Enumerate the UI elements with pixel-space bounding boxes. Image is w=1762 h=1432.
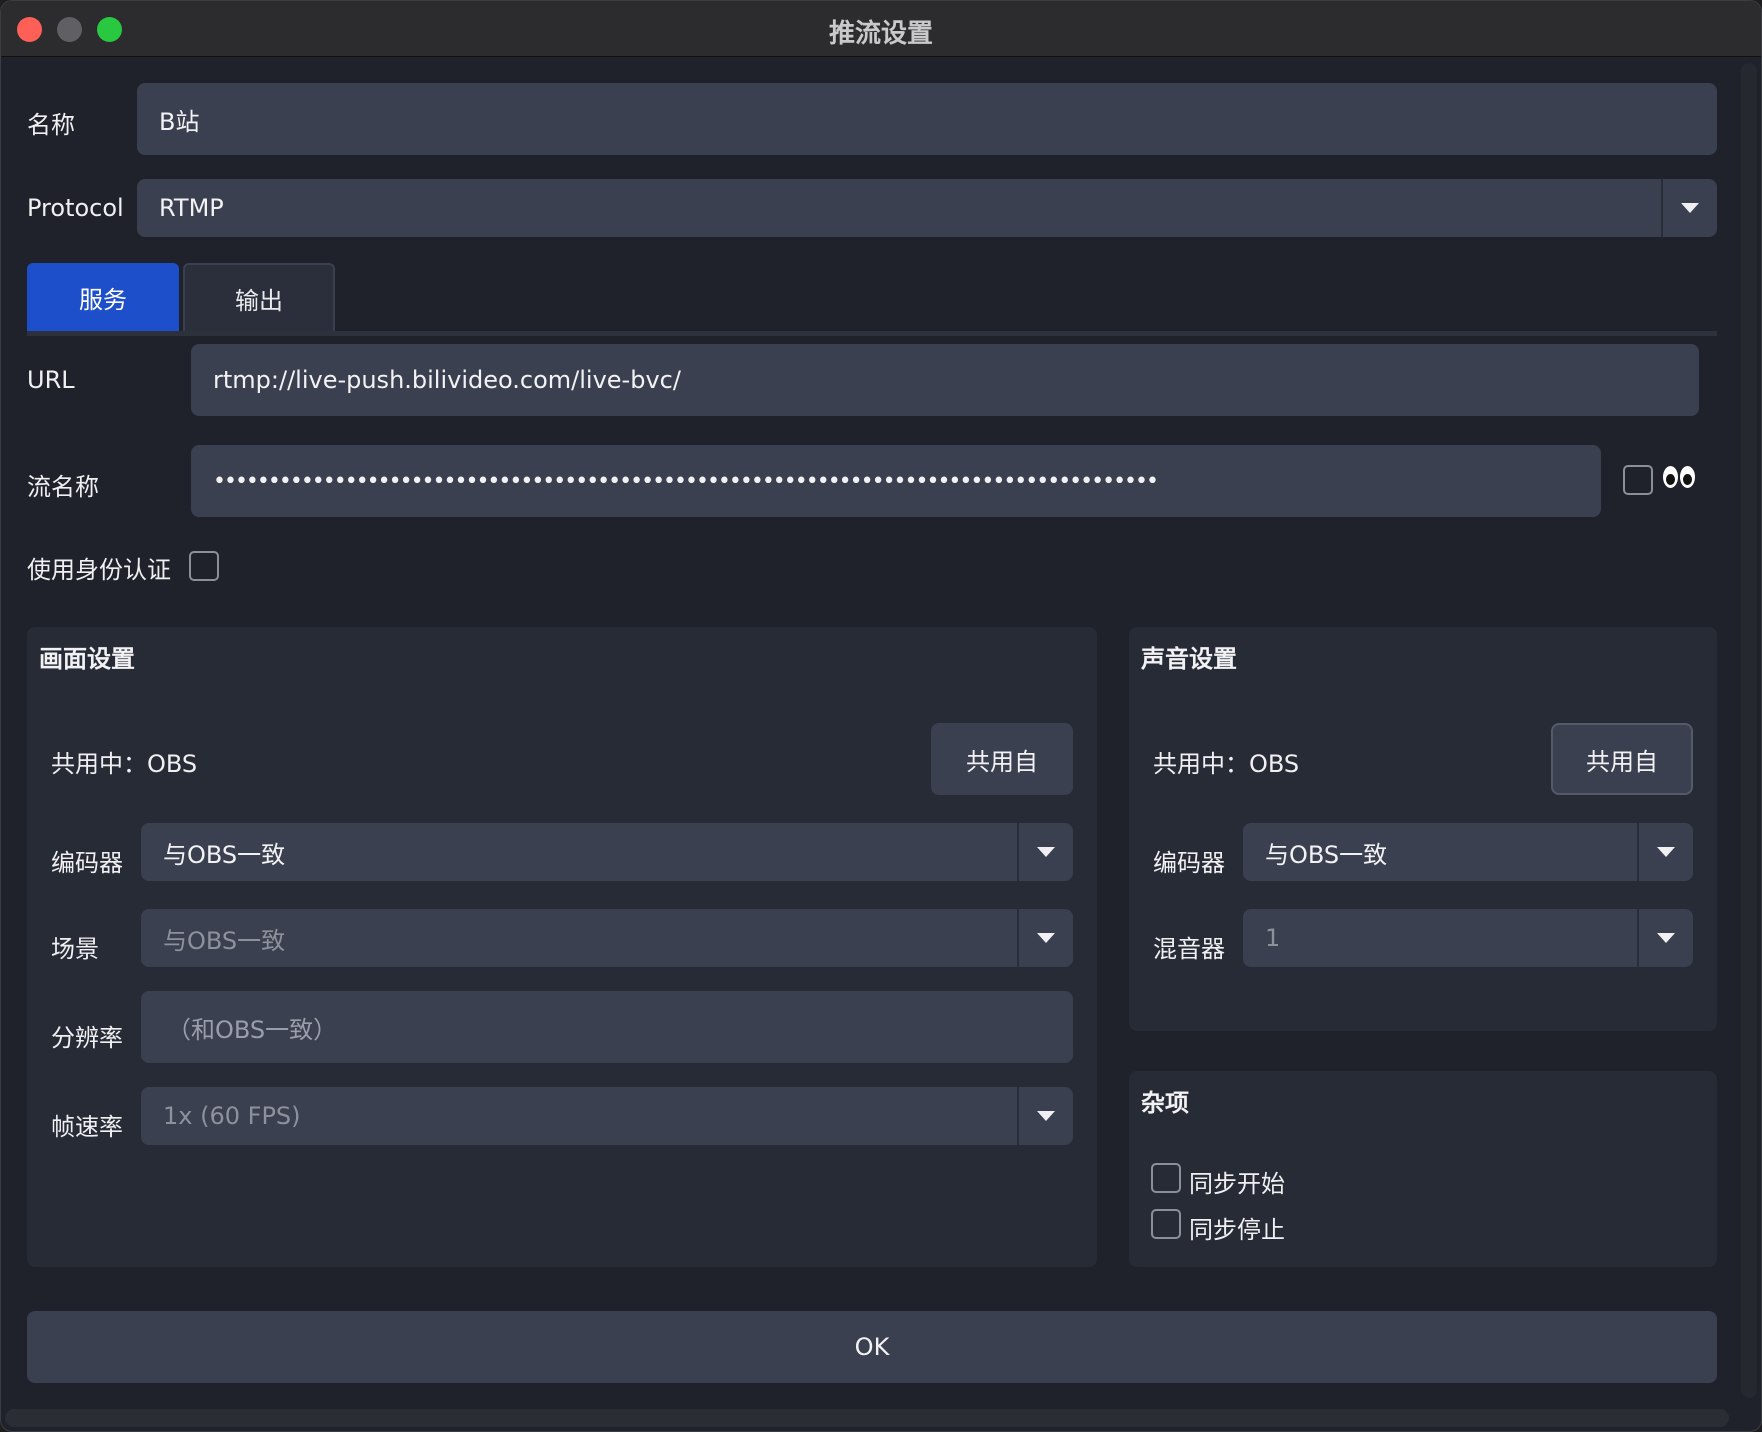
chevron-down-icon[interactable] <box>1657 933 1675 943</box>
scene-select-value: 与OBS一致 <box>163 926 286 955</box>
url-input-value: rtmp://live-push.bilivideo.com/live-bvc/ <box>213 366 681 394</box>
resolution-input[interactable]: （和OBS一致） <box>141 991 1073 1063</box>
resolution-label: 分辨率 <box>51 1024 123 1052</box>
dialog-content: 名称 B站 Protocol RTMP 服务 输出 URL rtmp://liv… <box>1 58 1761 1431</box>
stream-key-label: 流名称 <box>27 473 99 501</box>
name-input-value: B站 <box>159 107 200 136</box>
url-label: URL <box>27 366 75 394</box>
stream-settings-window: 推流设置 名称 B站 Protocol RTMP 服务 输出 URL rtmp:… <box>0 0 1762 1432</box>
eyes-icon <box>1663 466 1697 490</box>
sync-start-checkbox[interactable] <box>1151 1163 1181 1193</box>
show-key-checkbox[interactable] <box>1623 465 1653 495</box>
vertical-scrollbar[interactable] <box>1741 63 1757 1398</box>
video-shared-status: 共用中：OBS <box>51 750 198 778</box>
tab-bar-divider <box>27 331 1717 336</box>
mixer-label: 混音器 <box>1153 935 1225 963</box>
fps-label: 帧速率 <box>51 1113 123 1141</box>
video-encoder-select[interactable]: 与OBS一致 <box>141 823 1073 881</box>
protocol-select-divider <box>1661 179 1663 237</box>
sync-start-label: 同步开始 <box>1189 1170 1285 1198</box>
audio-encoder-select[interactable]: 与OBS一致 <box>1243 823 1693 881</box>
scene-select[interactable]: 与OBS一致 <box>141 909 1073 967</box>
use-auth-label: 使用身份认证 <box>27 556 171 584</box>
stream-key-input[interactable]: ••••••••••••••••••••••••••••••••••••••••… <box>191 445 1601 517</box>
fps-select-divider <box>1017 1087 1019 1145</box>
chevron-down-icon[interactable] <box>1037 1111 1055 1121</box>
audio-encoder-value: 与OBS一致 <box>1265 840 1388 869</box>
video-encoder-value: 与OBS一致 <box>163 840 286 869</box>
chevron-down-icon[interactable] <box>1681 203 1699 213</box>
protocol-select[interactable]: RTMP <box>137 179 1717 237</box>
fps-select[interactable]: 1x (60 FPS) <box>141 1087 1073 1145</box>
audio-encoder-label: 编码器 <box>1153 849 1225 877</box>
name-input[interactable]: B站 <box>137 83 1717 155</box>
chevron-down-icon[interactable] <box>1037 933 1055 943</box>
video-encoder-divider <box>1017 823 1019 881</box>
protocol-select-value: RTMP <box>159 194 224 222</box>
chevron-down-icon[interactable] <box>1037 847 1055 857</box>
name-label: 名称 <box>27 111 75 139</box>
url-input[interactable]: rtmp://live-push.bilivideo.com/live-bvc/ <box>191 344 1699 416</box>
audio-settings-panel: 声音设置 共用中：OBS 共用自 编码器 与OBS一致 混音器 1 <box>1129 627 1717 1031</box>
audio-settings-title: 声音设置 <box>1141 645 1237 673</box>
scene-select-divider <box>1017 909 1019 967</box>
title-bar[interactable]: 推流设置 <box>1 1 1761 57</box>
use-auth-checkbox[interactable] <box>189 551 219 581</box>
tab-service[interactable]: 服务 <box>27 263 179 331</box>
video-settings-title: 画面设置 <box>39 645 135 673</box>
protocol-label: Protocol <box>27 194 124 222</box>
mixer-select[interactable]: 1 <box>1243 909 1693 967</box>
chevron-down-icon[interactable] <box>1657 847 1675 857</box>
video-settings-panel: 画面设置 共用中：OBS 共用自 编码器 与OBS一致 场景 与OBS一致 分辨… <box>27 627 1097 1267</box>
audio-encoder-divider <box>1637 823 1639 881</box>
resolution-placeholder: （和OBS一致） <box>167 1015 338 1044</box>
scene-label: 场景 <box>51 935 99 963</box>
misc-panel: 杂项 同步开始 同步停止 <box>1129 1071 1717 1267</box>
tab-output[interactable]: 输出 <box>183 263 335 331</box>
audio-shared-status: 共用中：OBS <box>1153 750 1300 778</box>
audio-share-from-button[interactable]: 共用自 <box>1551 723 1693 795</box>
sync-stop-label: 同步停止 <box>1189 1216 1285 1244</box>
mixer-select-value: 1 <box>1265 924 1281 952</box>
ok-button[interactable]: OK <box>27 1311 1717 1383</box>
sync-stop-checkbox[interactable] <box>1151 1209 1181 1239</box>
misc-title: 杂项 <box>1141 1089 1189 1117</box>
video-share-from-button[interactable]: 共用自 <box>931 723 1073 795</box>
fps-select-value: 1x (60 FPS) <box>163 1102 301 1130</box>
window-title: 推流设置 <box>828 19 933 49</box>
mixer-select-divider <box>1637 909 1639 967</box>
video-encoder-label: 编码器 <box>51 849 123 877</box>
stream-key-value: ••••••••••••••••••••••••••••••••••••••••… <box>213 468 1159 494</box>
horizontal-scrollbar[interactable] <box>5 1409 1729 1427</box>
